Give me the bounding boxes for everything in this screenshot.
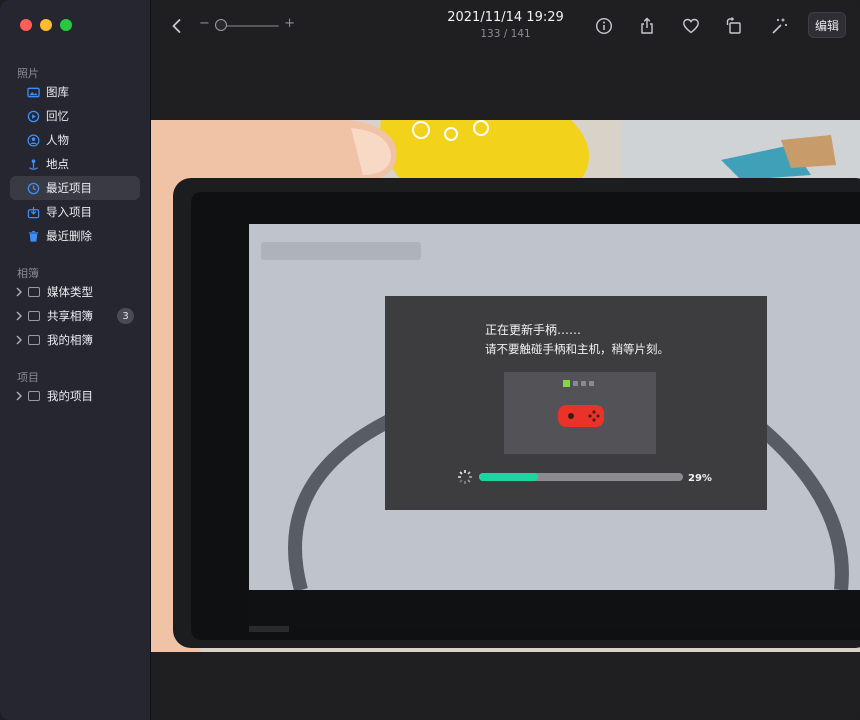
sidebar: 照片 图库 回忆 人物 地点 最近项目 导入项目 最近删除 相簿 媒体类型 共享… xyxy=(0,0,151,720)
rotate-icon xyxy=(726,17,741,34)
progress-fill xyxy=(479,473,539,481)
sidebar-item-label: 人物 xyxy=(46,133,69,147)
sidebar-item-label: 导入项目 xyxy=(46,205,92,219)
window-controls xyxy=(20,19,72,31)
close-window-button[interactable] xyxy=(20,19,32,31)
player-led-4 xyxy=(589,381,594,386)
player-led-2 xyxy=(573,381,578,386)
sidebar-item-recently-deleted[interactable]: 最近删除 xyxy=(10,224,140,248)
update-dialog-line2: 请不要触碰手柄和主机，稍等片刻。 xyxy=(485,342,669,356)
sidebar-item-label: 图库 xyxy=(46,85,69,99)
photos-nav: 图库 回忆 人物 地点 最近项目 导入项目 最近删除 xyxy=(10,80,140,248)
info-icon xyxy=(595,17,613,35)
trash-icon xyxy=(26,229,40,243)
chevron-right-icon[interactable] xyxy=(16,335,22,345)
projects-nav: 我的项目 xyxy=(10,384,140,408)
section-title-albums: 相簿 xyxy=(17,267,39,280)
sidebar-item-my-projects[interactable]: 我的项目 xyxy=(10,384,140,408)
folder-icon xyxy=(28,391,40,401)
sidebar-item-label: 我的项目 xyxy=(47,389,93,403)
section-title-photos: 照片 xyxy=(17,67,39,80)
rotate-button[interactable] xyxy=(722,14,746,38)
chevron-right-icon[interactable] xyxy=(16,287,22,297)
minimize-window-button[interactable] xyxy=(40,19,52,31)
chevron-right-icon[interactable] xyxy=(16,391,22,401)
console-lower-bezel xyxy=(249,590,860,630)
sidebar-item-label: 媒体类型 xyxy=(47,285,93,299)
player-led-3 xyxy=(581,381,586,386)
sidebar-item-media-types[interactable]: 媒体类型 xyxy=(10,280,140,304)
photo-image: 正在更新手柄…… 请不要触碰手柄和主机，稍等片刻。 29% xyxy=(151,120,860,652)
player-led-1 xyxy=(563,380,570,387)
shared-folder-icon xyxy=(28,311,40,321)
toolbar: − + 2021/11/14 19:29 133 / 141 编辑 xyxy=(151,0,860,52)
sidebar-item-shared-albums[interactable]: 共享相簿 3 xyxy=(10,304,140,328)
info-button[interactable] xyxy=(592,14,616,38)
sidebar-item-people[interactable]: 人物 xyxy=(10,128,140,152)
console-vent xyxy=(249,626,289,632)
photos-window: 照片 图库 回忆 人物 地点 最近项目 导入项目 最近删除 相簿 媒体类型 共享… xyxy=(0,0,860,720)
yellow-pillow xyxy=(380,120,589,180)
sidebar-item-label: 最近删除 xyxy=(46,229,92,243)
edit-button[interactable]: 编辑 xyxy=(808,12,846,38)
people-icon xyxy=(26,133,40,147)
places-icon xyxy=(26,157,40,171)
sidebar-item-memories[interactable]: 回忆 xyxy=(10,104,140,128)
folder-icon xyxy=(28,335,40,345)
shared-albums-count-badge: 3 xyxy=(117,308,134,324)
sidebar-item-label: 我的相簿 xyxy=(47,333,93,347)
sidebar-item-label: 地点 xyxy=(46,157,69,171)
photo-viewer: 正在更新手柄…… 请不要触碰手柄和主机，稍等片刻。 29% xyxy=(151,52,860,720)
progress-percent: 29% xyxy=(688,473,712,484)
update-dialog-line1: 正在更新手柄…… xyxy=(485,322,581,337)
sidebar-item-label: 回忆 xyxy=(46,109,69,123)
sidebar-item-imports[interactable]: 导入项目 xyxy=(10,200,140,224)
recents-icon xyxy=(26,181,40,195)
sidebar-item-places[interactable]: 地点 xyxy=(10,152,140,176)
magic-wand-icon xyxy=(772,18,787,34)
photo-date: 2021/11/14 19:29 xyxy=(447,10,564,25)
sidebar-item-recents[interactable]: 最近项目 xyxy=(10,176,140,200)
albums-nav: 媒体类型 共享相簿 3 我的相簿 xyxy=(10,280,140,352)
sidebar-item-my-albums[interactable]: 我的相簿 xyxy=(10,328,140,352)
screen-header-blur xyxy=(261,242,421,260)
share-icon xyxy=(641,17,653,34)
section-title-projects: 项目 xyxy=(17,371,39,384)
fullscreen-window-button[interactable] xyxy=(60,19,72,31)
favorite-button[interactable] xyxy=(679,14,703,38)
auto-enhance-button[interactable] xyxy=(768,14,792,38)
sidebar-item-library[interactable]: 图库 xyxy=(10,80,140,104)
imports-icon xyxy=(26,205,40,219)
sidebar-item-label: 最近项目 xyxy=(46,181,92,195)
photo-counter: 133 / 141 xyxy=(480,28,531,40)
cardboard-box xyxy=(781,135,836,168)
photo-library-icon xyxy=(26,85,40,99)
memories-icon xyxy=(26,109,40,123)
sidebar-item-label: 共享相簿 xyxy=(47,309,93,323)
folder-icon xyxy=(28,287,40,297)
chevron-right-icon[interactable] xyxy=(16,311,22,321)
share-button[interactable] xyxy=(635,14,659,38)
heart-icon xyxy=(683,18,699,34)
photo[interactable]: 正在更新手柄…… 请不要触碰手柄和主机，稍等片刻。 29% xyxy=(151,120,860,652)
